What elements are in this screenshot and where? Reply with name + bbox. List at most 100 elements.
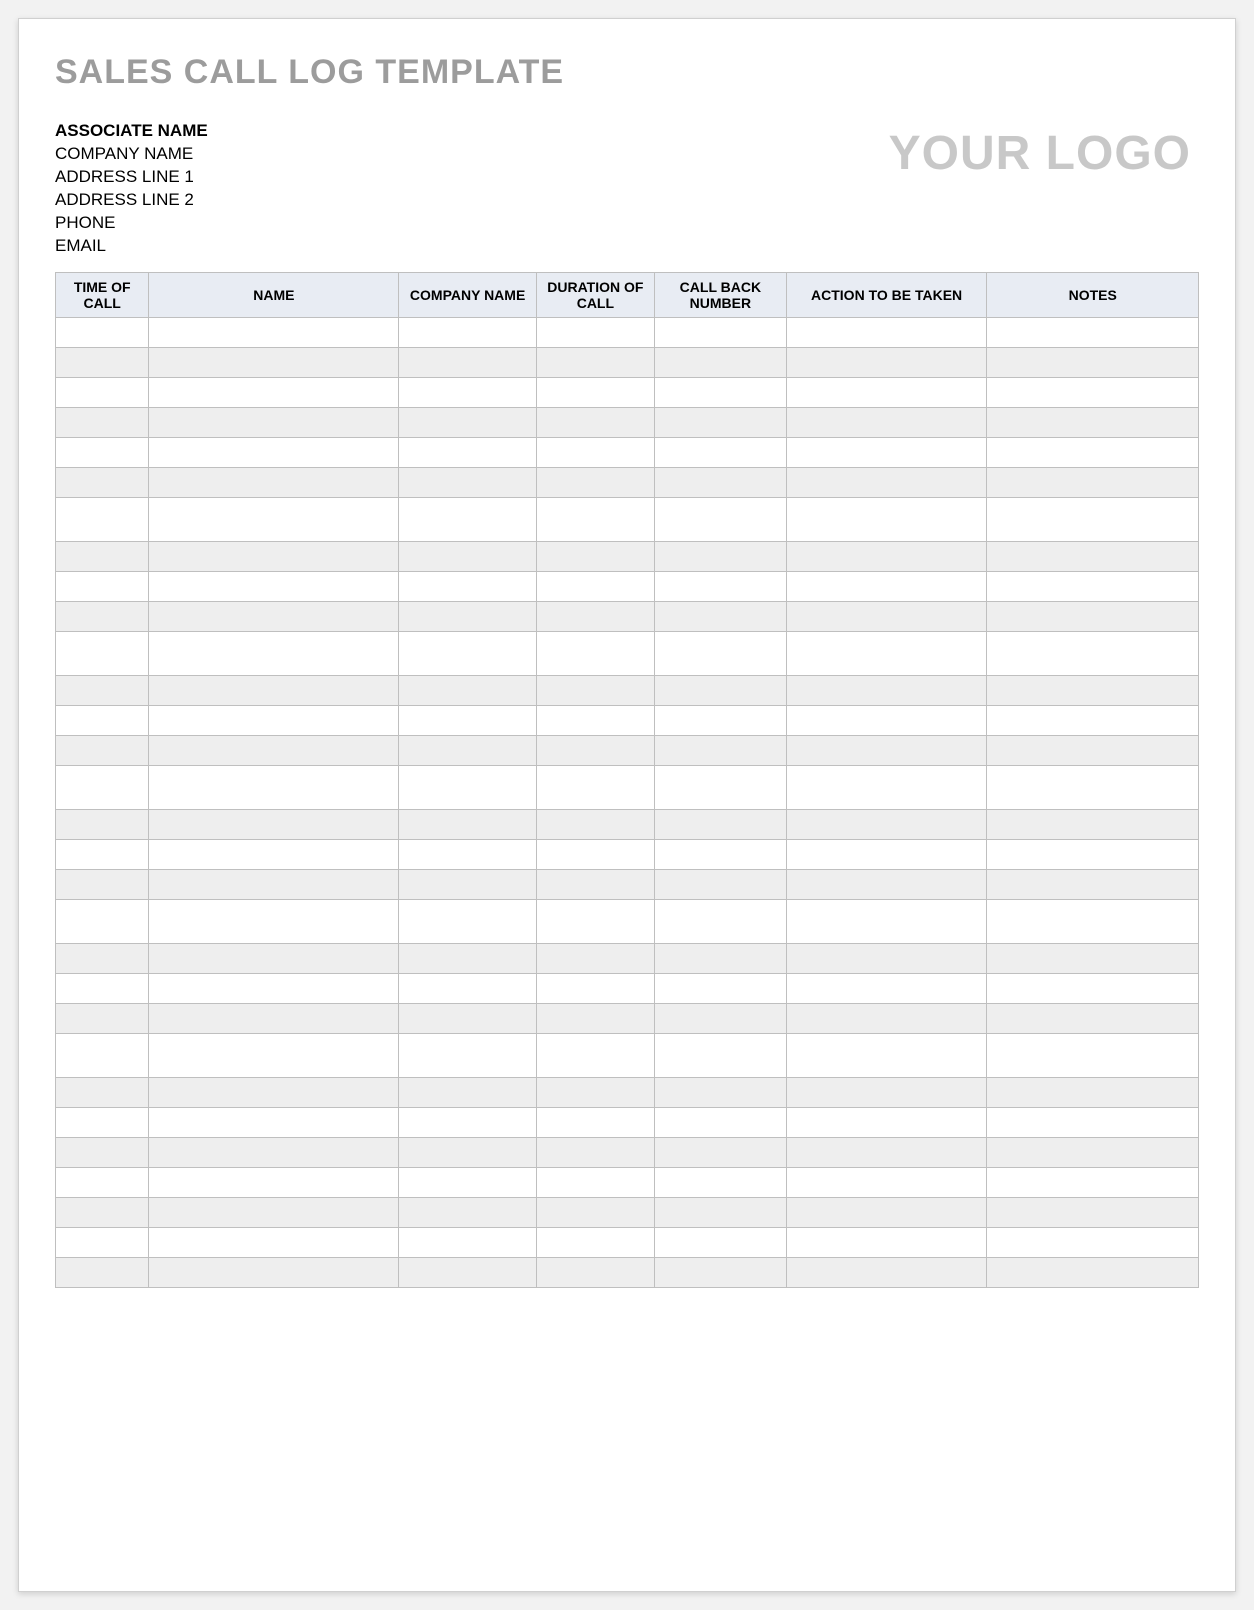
table-cell[interactable] [987, 437, 1199, 467]
table-cell[interactable] [536, 809, 654, 839]
table-cell[interactable] [654, 317, 786, 347]
table-cell[interactable] [149, 735, 399, 765]
table-cell[interactable] [987, 1257, 1199, 1287]
table-cell[interactable] [536, 1107, 654, 1137]
table-cell[interactable] [654, 497, 786, 541]
table-cell[interactable] [399, 1137, 536, 1167]
table-cell[interactable] [786, 705, 987, 735]
table-cell[interactable] [536, 735, 654, 765]
table-cell[interactable] [536, 377, 654, 407]
table-cell[interactable] [56, 1003, 149, 1033]
table-cell[interactable] [149, 541, 399, 571]
table-cell[interactable] [536, 839, 654, 869]
table-cell[interactable] [654, 601, 786, 631]
table-cell[interactable] [399, 631, 536, 675]
table-cell[interactable] [149, 1033, 399, 1077]
table-cell[interactable] [654, 467, 786, 497]
table-cell[interactable] [149, 1003, 399, 1033]
table-cell[interactable] [399, 973, 536, 1003]
table-cell[interactable] [149, 347, 399, 377]
table-cell[interactable] [399, 675, 536, 705]
table-cell[interactable] [399, 317, 536, 347]
table-cell[interactable] [149, 675, 399, 705]
table-cell[interactable] [399, 1077, 536, 1107]
table-cell[interactable] [987, 765, 1199, 809]
table-cell[interactable] [654, 1107, 786, 1137]
table-cell[interactable] [654, 869, 786, 899]
table-cell[interactable] [987, 943, 1199, 973]
table-cell[interactable] [987, 869, 1199, 899]
table-cell[interactable] [987, 973, 1199, 1003]
table-cell[interactable] [654, 571, 786, 601]
table-cell[interactable] [786, 1227, 987, 1257]
table-cell[interactable] [536, 601, 654, 631]
table-cell[interactable] [786, 1003, 987, 1033]
table-cell[interactable] [536, 571, 654, 601]
table-cell[interactable] [536, 973, 654, 1003]
table-cell[interactable] [786, 809, 987, 839]
table-cell[interactable] [786, 1033, 987, 1077]
table-cell[interactable] [56, 675, 149, 705]
table-cell[interactable] [536, 631, 654, 675]
table-cell[interactable] [654, 943, 786, 973]
table-cell[interactable] [654, 1003, 786, 1033]
table-cell[interactable] [654, 1077, 786, 1107]
table-cell[interactable] [399, 899, 536, 943]
table-cell[interactable] [987, 571, 1199, 601]
table-cell[interactable] [987, 377, 1199, 407]
table-cell[interactable] [149, 1077, 399, 1107]
table-cell[interactable] [654, 1197, 786, 1227]
table-cell[interactable] [149, 973, 399, 1003]
table-cell[interactable] [399, 437, 536, 467]
table-cell[interactable] [399, 497, 536, 541]
table-cell[interactable] [56, 1227, 149, 1257]
table-cell[interactable] [536, 437, 654, 467]
table-cell[interactable] [987, 1227, 1199, 1257]
table-cell[interactable] [786, 765, 987, 809]
table-cell[interactable] [399, 1003, 536, 1033]
table-cell[interactable] [399, 541, 536, 571]
table-cell[interactable] [536, 467, 654, 497]
table-cell[interactable] [399, 347, 536, 377]
table-cell[interactable] [654, 347, 786, 377]
table-cell[interactable] [56, 943, 149, 973]
table-cell[interactable] [987, 1197, 1199, 1227]
table-cell[interactable] [149, 1197, 399, 1227]
table-cell[interactable] [536, 497, 654, 541]
table-cell[interactable] [149, 1107, 399, 1137]
table-cell[interactable] [786, 1137, 987, 1167]
table-cell[interactable] [987, 497, 1199, 541]
table-cell[interactable] [654, 1227, 786, 1257]
table-cell[interactable] [654, 1137, 786, 1167]
table-cell[interactable] [987, 317, 1199, 347]
table-cell[interactable] [149, 1257, 399, 1287]
table-cell[interactable] [399, 869, 536, 899]
table-cell[interactable] [149, 497, 399, 541]
table-cell[interactable] [987, 1003, 1199, 1033]
table-cell[interactable] [399, 1167, 536, 1197]
table-cell[interactable] [786, 735, 987, 765]
table-cell[interactable] [987, 839, 1199, 869]
table-cell[interactable] [56, 809, 149, 839]
table-cell[interactable] [987, 1107, 1199, 1137]
table-cell[interactable] [399, 943, 536, 973]
table-cell[interactable] [56, 1167, 149, 1197]
table-cell[interactable] [536, 1227, 654, 1257]
table-cell[interactable] [786, 943, 987, 973]
table-cell[interactable] [536, 1003, 654, 1033]
table-cell[interactable] [654, 839, 786, 869]
table-cell[interactable] [56, 1137, 149, 1167]
table-cell[interactable] [786, 347, 987, 377]
table-cell[interactable] [536, 1167, 654, 1197]
table-cell[interactable] [399, 1197, 536, 1227]
table-cell[interactable] [654, 735, 786, 765]
table-cell[interactable] [56, 899, 149, 943]
table-cell[interactable] [56, 497, 149, 541]
table-cell[interactable] [536, 675, 654, 705]
table-cell[interactable] [536, 705, 654, 735]
table-cell[interactable] [654, 631, 786, 675]
table-cell[interactable] [536, 407, 654, 437]
table-cell[interactable] [786, 1077, 987, 1107]
table-cell[interactable] [654, 675, 786, 705]
table-cell[interactable] [654, 809, 786, 839]
